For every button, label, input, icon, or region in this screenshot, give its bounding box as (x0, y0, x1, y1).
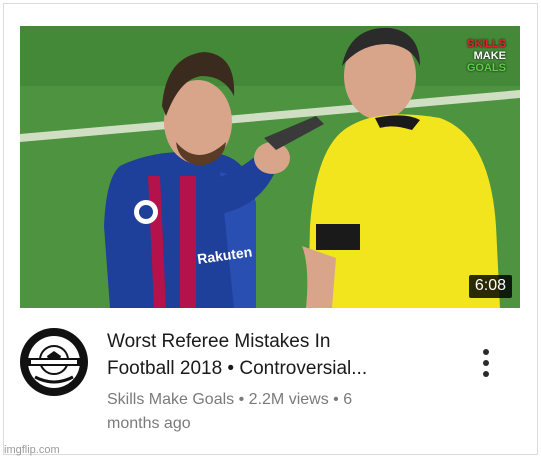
watermark-line-2: MAKE (473, 50, 506, 62)
view-count: 2.2M views (248, 391, 329, 408)
more-vertical-icon (483, 371, 489, 377)
more-vertical-icon (483, 360, 489, 366)
channel-name[interactable]: Skills Make Goals (107, 391, 234, 408)
watermark-line-3: GOALS (466, 62, 506, 74)
duration-badge: 6:08 (468, 275, 512, 298)
video-subtitle: Skills Make Goals • 2.2M views • 6 month… (107, 388, 457, 436)
video-title-line-1[interactable]: Worst Referee Mistakes In (107, 328, 457, 355)
more-vertical-icon (483, 349, 489, 355)
channel-avatar[interactable] (19, 327, 89, 397)
separator-dot: • (238, 391, 245, 408)
video-title[interactable]: Worst Referee Mistakes In Football 2018 … (107, 328, 457, 382)
more-options-button[interactable] (476, 343, 496, 383)
channel-logo-icon (20, 328, 88, 396)
upload-age-unit: months ago (107, 415, 191, 432)
upload-age-number: 6 (343, 391, 353, 408)
video-thumbnail[interactable]: Rakuten SKILLS MAKE GOALS 6:08 (20, 26, 520, 308)
watermark-line-1: SKILLS (466, 38, 506, 50)
channel-watermark: SKILLS MAKE GOALS (430, 38, 506, 74)
video-title-line-2[interactable]: Football 2018 • Controversial... (107, 355, 457, 382)
video-meta: Worst Referee Mistakes In Football 2018 … (107, 328, 457, 436)
separator-dot: • (333, 391, 339, 408)
imgflip-watermark: imgflip.com (4, 444, 60, 456)
